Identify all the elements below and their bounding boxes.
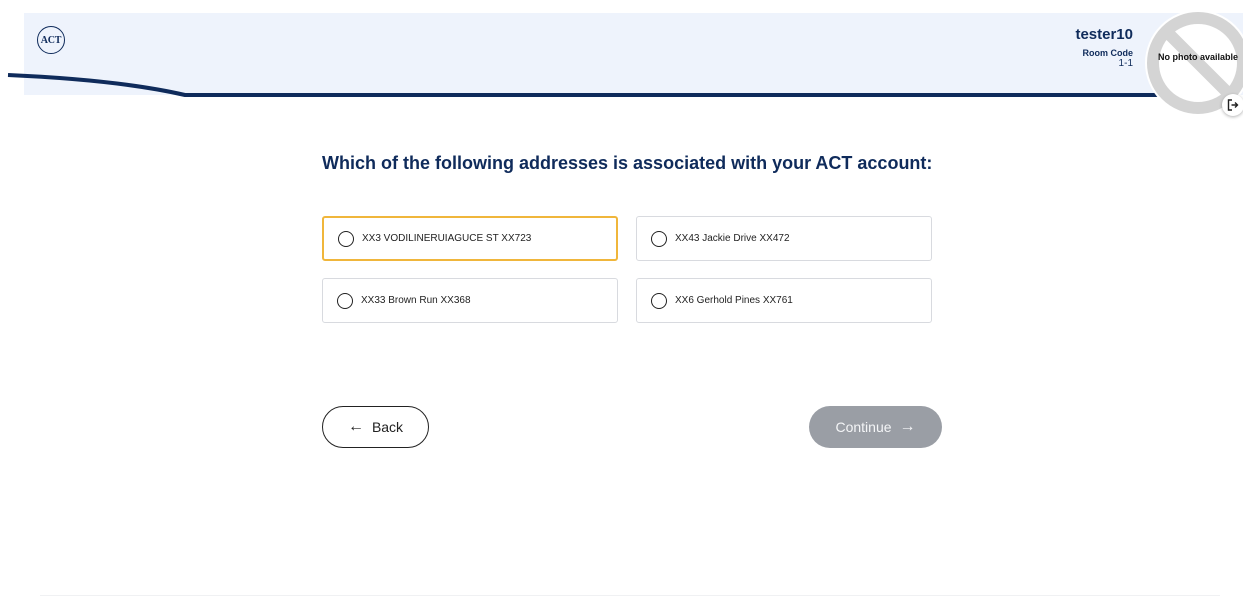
footer-divider bbox=[40, 595, 1220, 596]
address-option-3[interactable]: XX33 Brown Run XX368 bbox=[322, 278, 618, 323]
radio-button[interactable] bbox=[651, 292, 667, 309]
act-logo: ACT bbox=[37, 26, 65, 54]
address-option-label: XX3 VODILINERUIAGUCE ST XX723 bbox=[362, 233, 532, 244]
arrow-right-icon: → bbox=[899, 418, 916, 435]
room-code-label: Room Code bbox=[1082, 48, 1134, 58]
radio-button[interactable] bbox=[651, 230, 667, 247]
radio-button[interactable] bbox=[338, 230, 354, 247]
continue-button-label: Continue bbox=[835, 419, 892, 435]
radio-button[interactable] bbox=[337, 292, 353, 309]
back-button-label: Back bbox=[371, 419, 404, 435]
address-option-2[interactable]: XX43 Jackie Drive XX472 bbox=[636, 216, 932, 261]
photo-placeholder-text: No photo available bbox=[1157, 52, 1238, 62]
address-option-label: XX43 Jackie Drive XX472 bbox=[675, 233, 790, 244]
address-option-label: XX6 Gerhold Pines XX761 bbox=[675, 295, 793, 306]
continue-button[interactable]: Continue → bbox=[809, 406, 942, 448]
logout-icon bbox=[1227, 99, 1239, 111]
question-title: Which of the following addresses is asso… bbox=[322, 153, 933, 173]
back-button[interactable]: ← Back bbox=[322, 406, 429, 448]
logout-button[interactable] bbox=[1222, 94, 1243, 116]
address-option-4[interactable]: XX6 Gerhold Pines XX761 bbox=[636, 278, 932, 323]
address-option-1[interactable]: XX3 VODILINERUIAGUCE ST XX723 bbox=[322, 216, 618, 261]
arrow-left-icon: ← bbox=[347, 418, 364, 435]
username: tester10 bbox=[1075, 26, 1133, 43]
user-info: tester10 Room Code 1-1 bbox=[1075, 26, 1133, 70]
header-divider bbox=[7, 73, 1200, 97]
address-option-label: XX33 Brown Run XX368 bbox=[361, 295, 471, 306]
room-code-value: 1-1 bbox=[1118, 58, 1133, 69]
